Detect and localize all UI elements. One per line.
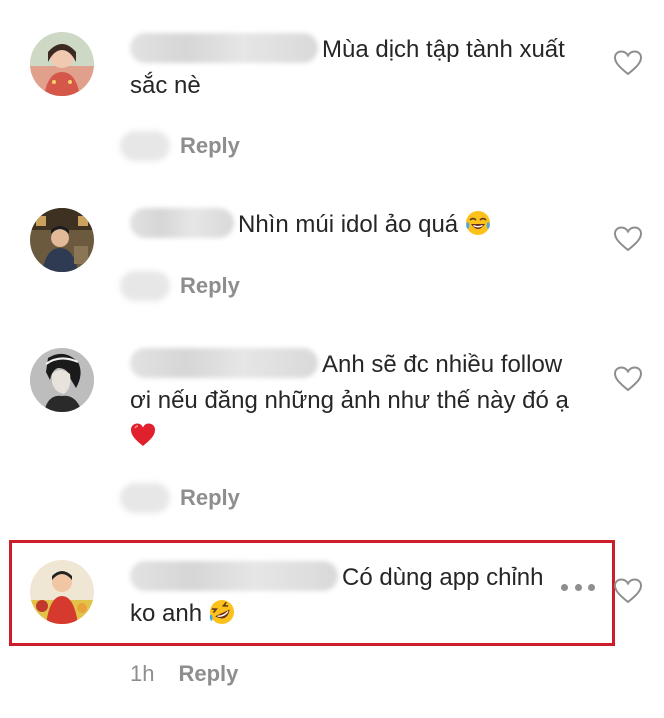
more-options-icon[interactable] [561,580,595,594]
avatar[interactable] [30,560,94,624]
avatar-image [30,208,94,272]
reply-button[interactable]: Reply [180,485,240,511]
username-blurred[interactable] [130,207,234,238]
comment-text-block: Có dùng app chỉnh ko anh [130,560,570,632]
avatar[interactable] [30,32,94,96]
heart-icon[interactable] [614,578,642,604]
heart-icon[interactable] [614,366,642,392]
reply-button[interactable]: Reply [178,661,238,687]
comment-meta: Reply [120,268,240,304]
reply-button[interactable]: Reply [180,273,240,299]
comment-meta: Reply [120,128,240,164]
avatar[interactable] [30,348,94,412]
rolling-laughing-emoji-icon [209,599,235,625]
avatar-image [30,348,94,412]
comment-meta: Reply [120,480,240,516]
avatar-image [30,32,94,96]
time-blurred [120,483,170,513]
laughing-tears-emoji-icon [465,210,491,236]
reply-button[interactable]: Reply [180,133,240,159]
avatar[interactable] [30,208,94,272]
username-blurred[interactable] [130,347,318,378]
comment-text-block: Mùa dịch tập tành xuất sắc nè [130,32,570,104]
time-blurred [120,271,170,301]
heart-icon[interactable] [614,50,642,76]
heart-icon[interactable] [614,226,642,252]
comment-text-block: Anh sẽ đc nhiều follow ơi nếu đăng những… [130,347,570,455]
red-heart-emoji-icon [130,422,156,448]
username-blurred[interactable] [130,560,338,591]
comment-text-block: Nhìn múi idol ảo quá [130,207,570,243]
comment-meta: 1h Reply [120,656,238,692]
comment-time: 1h [130,661,155,686]
comment-text: Nhìn múi idol ảo quá [238,211,459,238]
username-blurred[interactable] [130,32,318,63]
avatar-image [30,560,94,624]
time-blurred [120,131,170,161]
